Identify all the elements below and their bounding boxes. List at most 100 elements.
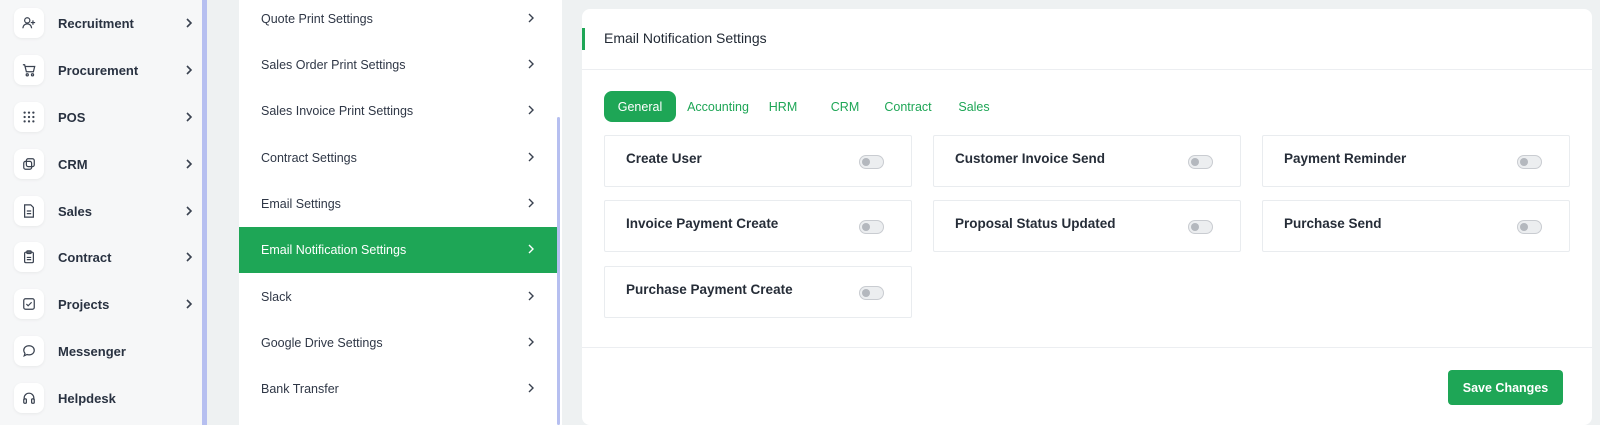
chevron-right-icon [527, 243, 535, 257]
headset-icon [14, 383, 44, 413]
notification-invoice-payment-create: Invoice Payment Create [604, 200, 912, 252]
sidebar-item-label: Recruitment [58, 15, 134, 31]
notification-toggle[interactable] [859, 220, 884, 234]
sidebar-item-helpdesk[interactable]: Helpdesk [14, 383, 196, 413]
sidebar-item-label: Sales [58, 203, 92, 219]
chevron-right-icon [182, 157, 196, 171]
chat-icon [14, 336, 44, 366]
settings-item-google-drive[interactable]: Google Drive Settings [239, 320, 557, 366]
card-header: Email Notification Settings [582, 9, 1592, 70]
settings-item-slack[interactable]: Slack [239, 274, 557, 320]
chevron-right-icon [182, 63, 196, 77]
notification-customer-invoice-send: Customer Invoice Send [933, 135, 1241, 187]
chevron-right-icon [182, 110, 196, 124]
sidebar-item-label: Projects [58, 296, 110, 312]
notification-toggle[interactable] [1517, 155, 1542, 169]
settings-item-label: Contract Settings [261, 151, 357, 165]
settings-item-sales-order-print[interactable]: Sales Order Print Settings [239, 42, 557, 88]
settings-item-label: Sales Invoice Print Settings [261, 104, 414, 118]
notification-toggle[interactable] [1188, 220, 1213, 234]
toggle-knob [862, 158, 870, 166]
notification-label: Invoice Payment Create [626, 216, 779, 231]
settings-item-label: Slack [261, 290, 292, 304]
tab-sales[interactable]: Sales [958, 91, 990, 122]
chevron-right-icon [527, 12, 535, 26]
notification-label: Create User [626, 151, 702, 166]
chevron-right-icon [527, 336, 535, 350]
sidebar-item-label: Helpdesk [58, 390, 116, 406]
sidebar-item-label: CRM [58, 156, 88, 172]
sidebar-scrollbar[interactable] [202, 0, 207, 425]
clipboard-icon [14, 242, 44, 272]
notification-payment-reminder: Payment Reminder [1262, 135, 1570, 187]
settings-item-email[interactable]: Email Settings [239, 181, 557, 227]
notification-label: Customer Invoice Send [955, 151, 1106, 166]
toggle-knob [1520, 158, 1528, 166]
toggle-knob [1191, 158, 1199, 166]
notification-label: Purchase Payment Create [626, 282, 793, 297]
sidebar-item-label: Contract [58, 249, 112, 265]
chevron-right-icon [182, 204, 196, 218]
notification-toggle[interactable] [859, 286, 884, 300]
notification-toggle[interactable] [1188, 155, 1213, 169]
notification-toggle[interactable] [1517, 220, 1542, 234]
notification-toggle[interactable] [859, 155, 884, 169]
user-plus-icon [14, 8, 44, 38]
chevron-right-icon [182, 297, 196, 311]
notification-purchase-send: Purchase Send [1262, 200, 1570, 252]
toggle-knob [862, 289, 870, 297]
chevron-right-icon [527, 58, 535, 72]
settings-item-label: Email Settings [261, 197, 341, 211]
sidebar-item-crm[interactable]: CRM [14, 149, 196, 179]
settings-item-bank-transfer[interactable]: Bank Transfer [239, 366, 557, 412]
settings-item-label: Sales Order Print Settings [261, 58, 406, 72]
tab-general[interactable]: General [604, 91, 676, 122]
toggle-knob [1191, 223, 1199, 231]
notification-label: Payment Reminder [1284, 151, 1407, 166]
sidebar-item-contract[interactable]: Contract [14, 242, 196, 272]
chevron-right-icon [527, 290, 535, 304]
chevron-right-icon [527, 151, 535, 165]
settings-item-email-notification[interactable]: Email Notification Settings [239, 227, 557, 273]
notification-purchase-payment-create: Purchase Payment Create [604, 266, 912, 318]
chevron-right-icon [527, 382, 535, 396]
settings-item-label: Bank Transfer [261, 382, 339, 396]
chevron-right-icon [182, 250, 196, 264]
sidebar-item-procurement[interactable]: Procurement [14, 55, 196, 85]
sidebar-item-pos[interactable]: POS [14, 102, 196, 132]
document-icon [14, 196, 44, 226]
layers-icon [14, 149, 44, 179]
checkbox-icon [14, 289, 44, 319]
settings-item-contract[interactable]: Contract Settings [239, 135, 557, 181]
settings-item-sales-invoice-print[interactable]: Sales Invoice Print Settings [239, 88, 557, 134]
page-title: Email Notification Settings [604, 30, 767, 46]
notification-create-user: Create User [604, 135, 912, 187]
sidebar-item-messenger[interactable]: Messenger [14, 336, 196, 366]
notification-label: Purchase Send [1284, 216, 1382, 231]
settings-item-label: Email Notification Settings [261, 243, 407, 257]
chevron-right-icon [527, 197, 535, 211]
save-changes-button[interactable]: Save Changes [1448, 370, 1563, 405]
notification-label: Proposal Status Updated [955, 216, 1116, 231]
settings-item-quote-print[interactable]: Quote Print Settings [239, 0, 557, 42]
tab-accounting[interactable]: Accounting [683, 91, 753, 122]
settings-item-label: Google Drive Settings [261, 336, 383, 350]
footer-divider [582, 347, 1592, 348]
chevron-right-icon [182, 16, 196, 30]
tab-crm[interactable]: CRM [830, 91, 860, 122]
notification-proposal-status-updated: Proposal Status Updated [933, 200, 1241, 252]
email-notification-card: Email Notification Settings General Acco… [582, 9, 1592, 425]
chevron-right-icon [527, 104, 535, 118]
header-accent-bar [582, 28, 585, 50]
toggle-knob [862, 223, 870, 231]
toggle-knob [1520, 223, 1528, 231]
window-edge [1592, 0, 1600, 425]
settings-scrollbar[interactable] [557, 117, 560, 425]
settings-item-label: Quote Print Settings [261, 12, 373, 26]
tab-contract[interactable]: Contract [882, 91, 934, 122]
cart-icon [14, 55, 44, 85]
tab-hrm[interactable]: HRM [768, 91, 798, 122]
sidebar-item-projects[interactable]: Projects [14, 289, 196, 319]
sidebar-item-sales[interactable]: Sales [14, 196, 196, 226]
sidebar-item-recruitment[interactable]: Recruitment [14, 8, 196, 38]
